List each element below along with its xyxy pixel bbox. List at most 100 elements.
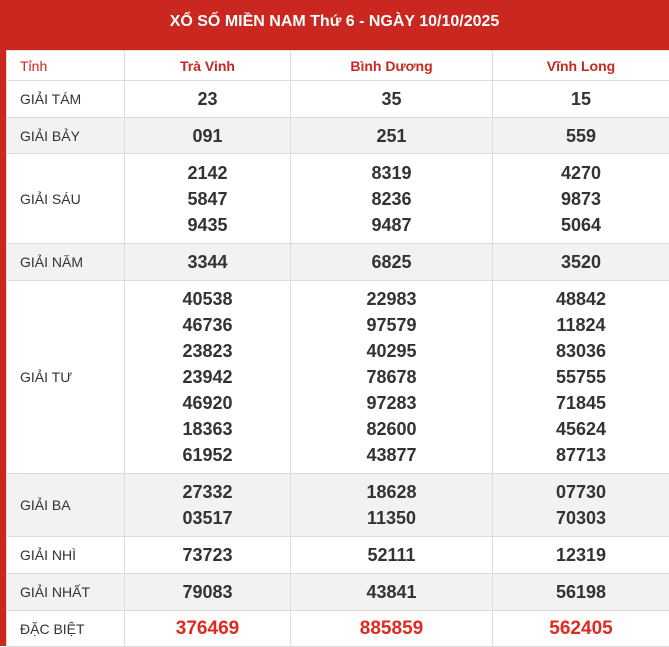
result-cell: 4270 9873 5064 [493,154,669,244]
result-number: 15 [493,86,669,112]
special-result-number: 376469 [125,616,290,642]
result-number: 5847 [125,186,290,212]
result-number: 23823 [125,338,290,364]
result-number: 46920 [125,390,290,416]
result-number: 18363 [125,416,290,442]
result-number: 43877 [291,442,492,468]
result-number: 6825 [291,249,492,275]
column-header-province: Tỉnh [7,51,125,81]
prize-row-2: GIẢI NHÌ 73723 52111 12319 [7,537,669,574]
result-cell: 15 [493,81,669,118]
result-number: 43841 [291,579,492,605]
prize-row-5: GIẢI NĂM 3344 6825 3520 [7,244,669,281]
prize-row-7: GIẢI BẢY 091 251 559 [7,118,669,154]
result-cell: 22983 97579 40295 78678 97283 82600 4387… [291,281,493,474]
result-cell: 18628 11350 [291,474,493,537]
result-number: 52111 [291,542,492,568]
result-cell: 40538 46736 23823 23942 46920 18363 6195… [125,281,291,474]
result-number: 87713 [493,442,669,468]
result-cell: 73723 [125,537,291,574]
result-number: 22983 [291,286,492,312]
result-cell: 12319 [493,537,669,574]
page-title: XỔ SỐ MIỀN NAM Thứ 6 - NGÀY 10/10/2025 [0,0,669,44]
result-number: 71845 [493,390,669,416]
prize-label: GIẢI BẢY [7,118,125,154]
result-cell: 48842 11824 83036 55755 71845 45624 8771… [493,281,669,474]
result-cell: 07730 70303 [493,474,669,537]
column-header-vinh-long[interactable]: Vĩnh Long [493,51,669,81]
result-number: 11350 [291,505,492,531]
result-number: 83036 [493,338,669,364]
prize-row-6: GIẢI SÁU 2142 5847 9435 8319 8236 9487 4… [7,154,669,244]
result-number: 12319 [493,542,669,568]
prize-row-8: GIẢI TÁM 23 35 15 [7,81,669,118]
result-number: 73723 [125,542,290,568]
result-number: 2142 [125,160,290,186]
result-number: 9487 [291,212,492,238]
prize-label: GIẢI BA [7,474,125,537]
result-cell: 3520 [493,244,669,281]
result-number: 82600 [291,416,492,442]
result-number: 55755 [493,364,669,390]
special-result-number: 885859 [291,616,492,642]
result-number: 46736 [125,312,290,338]
column-header-binh-duong[interactable]: Bình Dương [291,51,493,81]
result-number: 27332 [125,479,290,505]
result-number: 79083 [125,579,290,605]
prize-label: GIẢI TÁM [7,81,125,118]
prize-row-3: GIẢI BA 27332 03517 18628 11350 07730 70… [7,474,669,537]
result-number: 61952 [125,442,290,468]
prize-label: GIẢI TƯ [7,281,125,474]
prize-row-1: GIẢI NHẤT 79083 43841 56198 [7,574,669,611]
special-result-cell: 885859 [291,611,493,647]
prize-row-4: GIẢI TƯ 40538 46736 23823 23942 46920 18… [7,281,669,474]
result-number: 45624 [493,416,669,442]
table-header-row: Tỉnh Trà Vinh Bình Dương Vĩnh Long [7,51,669,81]
prize-row-special: ĐẶC BIỆT 376469 885859 562405 [7,611,669,647]
result-cell: 79083 [125,574,291,611]
prize-label: GIẢI NĂM [7,244,125,281]
result-number: 251 [291,123,492,149]
result-cell: 23 [125,81,291,118]
prize-label: GIẢI NHẤT [7,574,125,611]
prize-label: ĐẶC BIỆT [7,611,125,647]
results-frame: Tỉnh Trà Vinh Bình Dương Vĩnh Long GIẢI … [0,44,669,646]
result-number: 4270 [493,160,669,186]
special-result-cell: 562405 [493,611,669,647]
result-number: 3344 [125,249,290,275]
result-number: 5064 [493,212,669,238]
results-table: Tỉnh Trà Vinh Bình Dương Vĩnh Long GIẢI … [6,50,669,647]
result-number: 091 [125,123,290,149]
result-number: 9873 [493,186,669,212]
prize-label: GIẢI NHÌ [7,537,125,574]
result-number: 97283 [291,390,492,416]
result-cell: 6825 [291,244,493,281]
lottery-results-page: XỔ SỐ MIỀN NAM Thứ 6 - NGÀY 10/10/2025 T… [0,0,669,646]
result-cell: 2142 5847 9435 [125,154,291,244]
result-cell: 8319 8236 9487 [291,154,493,244]
result-number: 40538 [125,286,290,312]
result-number: 35 [291,86,492,112]
result-cell: 43841 [291,574,493,611]
result-number: 9435 [125,212,290,238]
result-cell: 35 [291,81,493,118]
special-result-cell: 376469 [125,611,291,647]
result-number: 8319 [291,160,492,186]
result-number: 56198 [493,579,669,605]
column-header-tra-vinh[interactable]: Trà Vinh [125,51,291,81]
special-result-number: 562405 [493,616,669,642]
result-number: 48842 [493,286,669,312]
result-cell: 091 [125,118,291,154]
result-number: 18628 [291,479,492,505]
result-number: 8236 [291,186,492,212]
result-cell: 52111 [291,537,493,574]
result-number: 70303 [493,505,669,531]
result-number: 97579 [291,312,492,338]
result-cell: 559 [493,118,669,154]
result-cell: 3344 [125,244,291,281]
result-cell: 251 [291,118,493,154]
result-number: 23942 [125,364,290,390]
result-number: 40295 [291,338,492,364]
result-number: 559 [493,123,669,149]
result-cell: 56198 [493,574,669,611]
